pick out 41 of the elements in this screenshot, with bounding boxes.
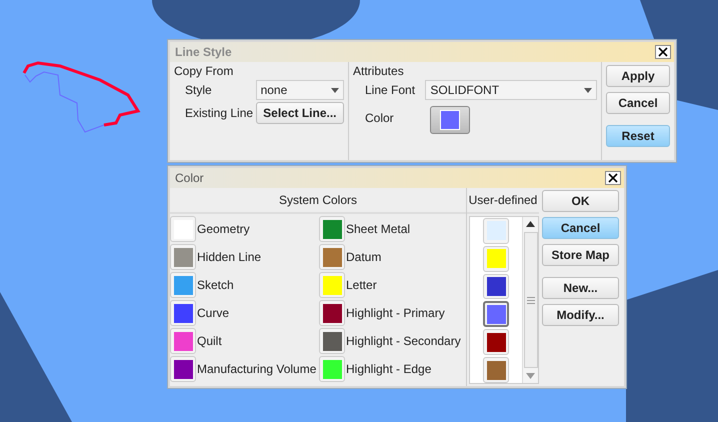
dialog-button[interactable]: New... — [542, 277, 619, 299]
dialog-button[interactable]: Cancel — [606, 92, 670, 114]
style-dropdown[interactable]: none — [256, 80, 344, 100]
scroll-thumb[interactable] — [524, 232, 538, 368]
field-label: Style — [184, 83, 213, 97]
color-name: Letter — [346, 278, 377, 292]
close-button[interactable] — [605, 171, 621, 185]
color-name: Highlight - Secondary — [346, 334, 461, 348]
column-header: System Colors — [170, 188, 466, 214]
dialog-button[interactable]: Reset — [606, 125, 670, 147]
color-name: Geometry — [197, 222, 250, 236]
dropdown-arrow-icon — [331, 88, 339, 92]
color-name: Sheet Metal — [346, 222, 410, 236]
color-name: Highlight - Edge — [346, 362, 432, 376]
dialog-button[interactable]: OK — [542, 190, 619, 212]
section-heading: Attributes — [353, 64, 405, 78]
color-name: Sketch — [197, 278, 234, 292]
color-name: Datum — [346, 250, 382, 264]
window-title: Color — [175, 171, 204, 185]
field-label: Line Font — [364, 83, 416, 97]
scrollbar[interactable] — [522, 217, 538, 383]
select-line-button[interactable]: Select Line... — [256, 102, 344, 124]
section-heading: Copy From — [174, 64, 234, 78]
color-name: Curve — [197, 306, 230, 320]
dialog-button[interactable]: Apply — [606, 65, 670, 87]
window-title: Line Style — [175, 45, 232, 59]
color-name: Hidden Line — [197, 250, 262, 264]
color-name: Quilt — [197, 334, 222, 348]
field-label: Color — [364, 111, 395, 125]
color-name: Manufacturing Volume — [197, 362, 316, 376]
field-label: Existing Line — [184, 106, 254, 120]
dialog-button[interactable]: Cancel — [542, 217, 619, 239]
dialog-button[interactable]: Modify... — [542, 304, 619, 326]
color-name: Highlight - Primary — [346, 306, 445, 320]
scroll-down-icon[interactable] — [526, 373, 535, 379]
scroll-up-icon[interactable] — [526, 221, 535, 227]
dialog-button[interactable]: Store Map — [542, 244, 619, 266]
line-font-dropdown[interactable]: SOLIDFONT — [425, 80, 597, 100]
dropdown-arrow-icon — [584, 88, 592, 92]
column-header: User-defined — [467, 188, 539, 214]
color-picker-button[interactable] — [430, 106, 470, 134]
